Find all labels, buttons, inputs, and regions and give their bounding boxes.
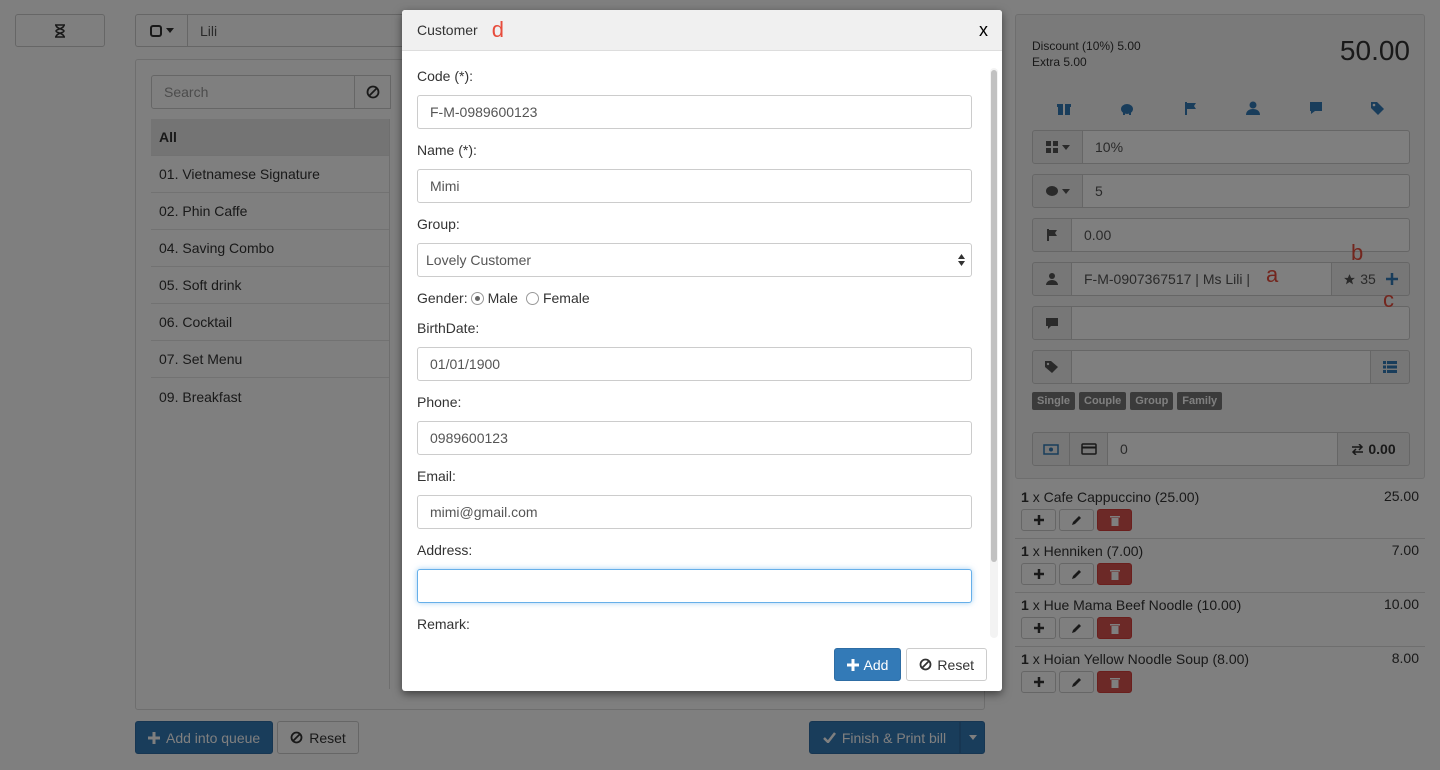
add-customer-button[interactable]: Add — [833, 648, 902, 681]
select-arrows-icon — [958, 254, 965, 266]
address-label: Address: — [417, 542, 473, 558]
male-radio[interactable] — [470, 291, 484, 305]
modal-body: Code (*): F-M-0989600123 Name (*): Mimi … — [402, 51, 1002, 638]
customer-form: Code (*): F-M-0989600123 Name (*): Mimi … — [417, 66, 972, 634]
remark-label: Remark: — [417, 616, 470, 632]
add-button-label: Add — [863, 656, 889, 673]
annotation-d: d — [491, 17, 504, 42]
email-label: Email: — [417, 468, 456, 484]
phone-label: Phone: — [417, 394, 462, 410]
male-label[interactable]: Male — [488, 290, 518, 306]
birthdate-label: BirthDate: — [417, 320, 480, 336]
address-input[interactable] — [417, 569, 972, 603]
group-label: Group: — [417, 216, 460, 232]
birthdate-input[interactable]: 01/01/1900 — [417, 347, 972, 381]
modal-footer: Add Reset — [402, 638, 1002, 691]
reset-form-button[interactable]: Reset — [906, 648, 987, 681]
female-label[interactable]: Female — [543, 290, 590, 306]
plus-icon — [846, 658, 859, 671]
code-input[interactable]: F-M-0989600123 — [417, 95, 972, 129]
modal-title: Customer — [417, 22, 478, 38]
ban-icon — [920, 658, 932, 671]
close-button[interactable]: x — [979, 20, 988, 41]
code-label: Code (*): — [417, 68, 474, 84]
name-input[interactable]: Mimi — [417, 169, 972, 203]
modal-header: Customer d x — [402, 10, 1002, 51]
modal-scrollbar[interactable] — [990, 68, 998, 638]
scrollbar-thumb[interactable] — [991, 70, 997, 562]
group-select[interactable]: Lovely Customer — [417, 243, 972, 277]
email-input[interactable]: mimi@gmail.com — [417, 495, 972, 529]
name-label: Name (*): — [417, 142, 477, 158]
phone-input[interactable]: 0989600123 — [417, 421, 972, 455]
customer-modal: Customer d x Code (*): F-M-0989600123 Na… — [402, 10, 1002, 691]
group-selected-value: Lovely Customer — [426, 252, 532, 268]
gender-label: Gender: — [417, 290, 468, 306]
reset-button-label: Reset — [937, 656, 974, 673]
female-radio[interactable] — [525, 291, 539, 305]
gender-row: Gender: Male Female — [417, 288, 972, 308]
